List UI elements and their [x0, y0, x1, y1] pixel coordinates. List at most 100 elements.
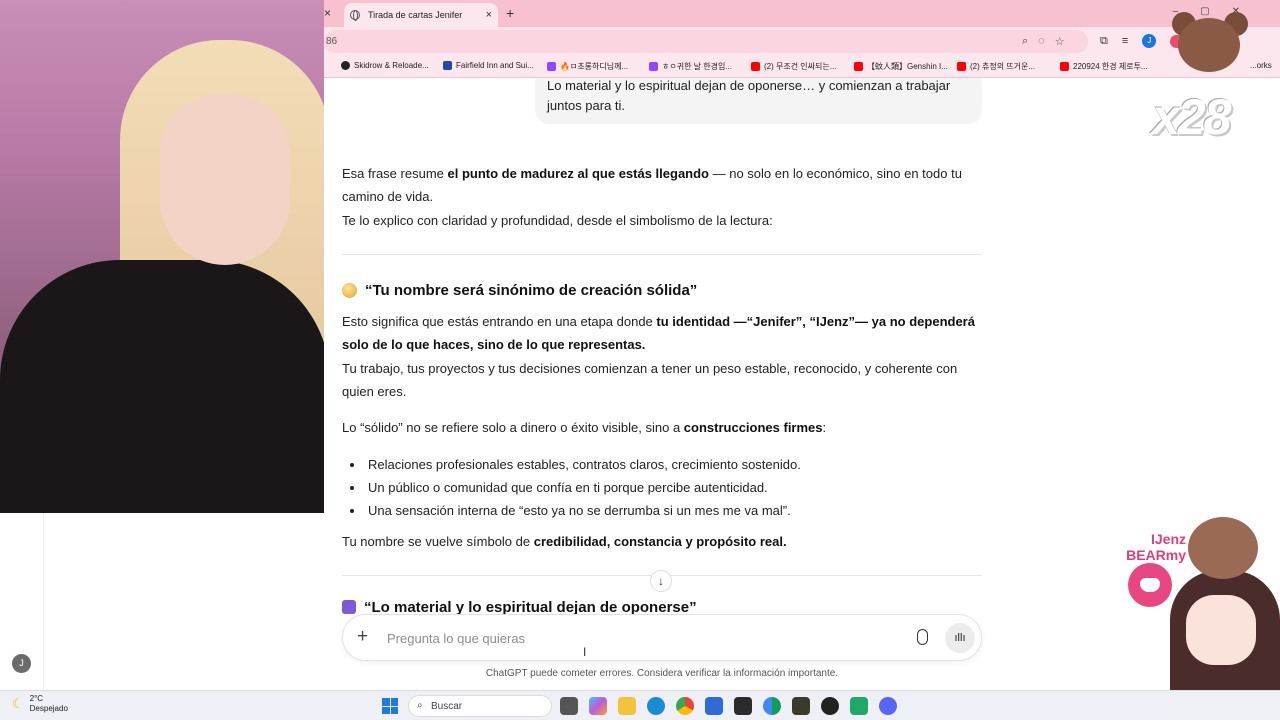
paragraph: Tu trabajo, tus proyectos y tus decision…: [342, 361, 958, 399]
list-item: Relaciones profesionales estables, contr…: [350, 453, 982, 476]
voice-mode-button[interactable]: ıllı: [945, 623, 975, 653]
webcam-overlay: [0, 0, 324, 513]
bookmark-label: 220924 한경 제로투...: [1073, 62, 1148, 71]
edge-icon[interactable]: [647, 697, 665, 715]
tab-title: Tirada de cartas Jenifer: [368, 10, 463, 20]
store-icon[interactable]: [705, 697, 723, 715]
zoom-icon[interactable]: ⌕: [1022, 35, 1028, 48]
bookmark-favicon-icon: [443, 61, 452, 70]
search-label: Buscar: [431, 701, 463, 712]
section-title: “Lo material y lo espiritual dejan de op…: [364, 600, 697, 614]
media-icon[interactable]: ≡: [1122, 35, 1128, 47]
temperature: 2°C: [29, 694, 44, 703]
moon-icon: ☾: [12, 696, 24, 711]
add-attachment-button[interactable]: +: [357, 626, 368, 648]
bear-head: [1178, 18, 1240, 72]
taskbar-search[interactable]: ⌕ Buscar: [408, 695, 552, 717]
text: Tu nombre se vuelve símbolo de: [342, 534, 534, 549]
youtube-icon: [957, 62, 966, 71]
bold-text: construcciones firmes: [683, 420, 823, 435]
coin-icon: [342, 283, 357, 298]
text: Esa frase resume: [342, 166, 448, 181]
bookmark-item[interactable]: (2) 츄정의 뜨거운...: [957, 61, 1035, 72]
omnibox-icons: ⌕ ◌ ☆: [1022, 35, 1065, 48]
message-composer[interactable]: + Pregunta lo que quieras ıllı: [342, 614, 982, 661]
paragraph: Lo “sólido” no se refiere solo a dinero …: [342, 416, 982, 439]
bookmark-label: ㅎㅇ귀한 날 한경입...: [662, 62, 732, 71]
text-cursor-icon: I: [583, 645, 587, 659]
bookmark-label: (2) 츄정의 뜨거운...: [970, 62, 1036, 71]
chrome-icon[interactable]: [676, 697, 694, 715]
scroll-down-button[interactable]: ↓: [650, 570, 672, 592]
discord-icon: [1128, 563, 1172, 607]
bookmark-label: 🔥ㅁ초롱하디님께...: [560, 62, 629, 71]
bold-text: el punto de madurez al que estás llegand…: [447, 166, 710, 181]
terminal-icon[interactable]: [734, 697, 752, 715]
bookmark-favicon-icon: [341, 61, 350, 70]
youtube-icon: [751, 62, 760, 71]
webcam-body: [0, 260, 324, 513]
prompt-input[interactable]: Pregunta lo que quieras: [387, 631, 525, 646]
steam-icon[interactable]: [821, 697, 839, 715]
bullet-list: Relaciones profesionales estables, contr…: [350, 453, 982, 522]
screen: × Tirada de cartas Jenifer × + – ▢ ✕ 86 …: [0, 0, 1280, 720]
extensions-icon[interactable]: ⧉: [1100, 35, 1108, 48]
bookmark-item[interactable]: 🔥ㅁ초롱하디님께...: [547, 61, 628, 72]
bookmark-label: Fairfield Inn and Sui...: [456, 61, 534, 70]
search-icon: ⌕: [417, 700, 423, 711]
bookmark-item[interactable]: 220924 한경 제로투...: [1060, 61, 1148, 72]
globe-icon: [350, 10, 360, 21]
twitch-icon: [547, 62, 556, 71]
windows-taskbar: ☾ 2°C Despejado ⌕ Buscar: [0, 690, 1280, 720]
copilot-icon[interactable]: [589, 697, 607, 715]
avatar-face: [1186, 595, 1256, 665]
spiral-icon: [342, 600, 356, 614]
game-icon[interactable]: [792, 697, 810, 715]
list-item: Una sensación interna de “esto ya no se …: [350, 499, 982, 522]
paragraph: Te lo explico con claridad y profundidad…: [342, 213, 773, 228]
avatar-bear: [1188, 517, 1258, 579]
text: Esto significa que estás entrando en una…: [342, 314, 657, 329]
section-heading: “Tu nombre será sinónimo de creación sól…: [342, 279, 697, 302]
webcam-face: [160, 95, 290, 265]
app-icon[interactable]: [850, 697, 868, 715]
disclaimer-text: ChatGPT puede cometer errores. Considera…: [485, 668, 839, 679]
chrome-dev-icon[interactable]: [763, 697, 781, 715]
user-message-bubble: Lo material y lo espiritual dejan de opo…: [535, 78, 982, 124]
user-message-text: Lo material y lo espiritual dejan de opo…: [547, 78, 951, 113]
paragraph: Esto significa que estás entrando en una…: [342, 310, 982, 356]
star-icon[interactable]: ☆: [1055, 35, 1065, 48]
bookmark-item[interactable]: (2) 무조건 인싸되는...: [751, 61, 836, 72]
weather-widget[interactable]: ☾ 2°C Despejado: [12, 694, 68, 714]
close-icon[interactable]: ×: [324, 6, 331, 20]
task-view-icon[interactable]: [560, 697, 578, 715]
multiplier-counter: x28: [1152, 89, 1231, 145]
url-text: 86: [326, 36, 338, 47]
bookmark-item[interactable]: Skidrow & Reloade...: [341, 61, 429, 70]
divider: [342, 254, 982, 255]
youtube-icon: [854, 62, 863, 71]
weather-condition: Despejado: [29, 704, 68, 713]
bookmark-item[interactable]: 【蚊人類】Genshin I...: [854, 61, 948, 72]
microphone-icon[interactable]: [917, 629, 928, 645]
new-tab-button[interactable]: +: [506, 5, 514, 21]
section-title: “Tu nombre será sinónimo de creación sól…: [365, 282, 698, 299]
paragraph: Esa frase resume el punto de madurez al …: [342, 162, 982, 208]
tab-tirada-de-cartas[interactable]: Tirada de cartas Jenifer ×: [344, 3, 498, 27]
address-bar[interactable]: 86: [324, 30, 1088, 53]
tab-close-icon[interactable]: ×: [486, 9, 492, 21]
weather-text: 2°C Despejado: [30, 694, 68, 714]
bookmark-label: (2) 무조건 인싸되는...: [764, 62, 837, 71]
eye-off-icon[interactable]: ◌: [1038, 35, 1045, 48]
folder-icon[interactable]: [618, 697, 636, 715]
twitch-icon: [649, 62, 658, 71]
text: Lo “sólido” no se refiere solo a dinero …: [342, 420, 684, 435]
youtube-icon: [1060, 62, 1069, 71]
start-button[interactable]: [382, 698, 398, 714]
bookmark-label: Skidrow & Reloade...: [354, 61, 429, 70]
bookmark-item[interactable]: ㅎㅇ귀한 날 한경입...: [649, 61, 732, 72]
bookmark-item[interactable]: Fairfield Inn and Sui...: [443, 61, 534, 70]
text: :: [822, 420, 827, 435]
discord-taskbar-icon[interactable]: [879, 697, 897, 715]
section-heading: “Lo material y lo espiritual dejan de op…: [342, 600, 697, 614]
